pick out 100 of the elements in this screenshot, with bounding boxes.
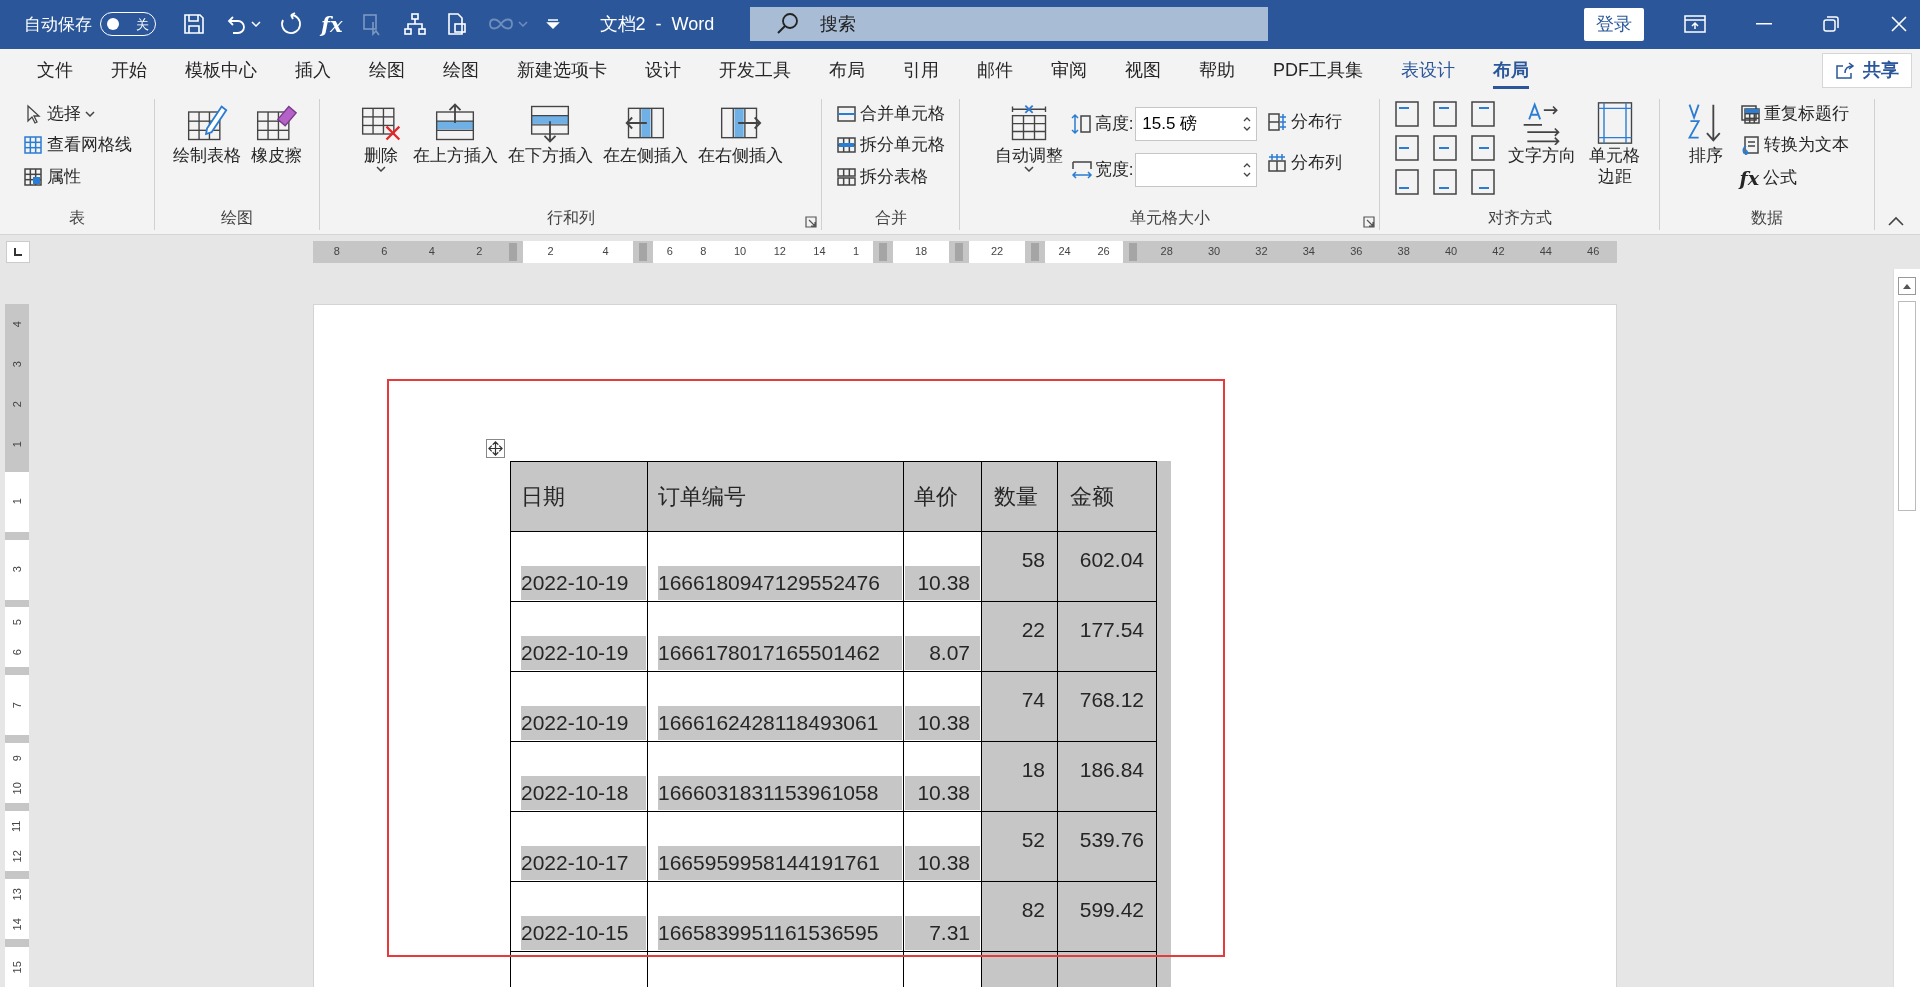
ribbon-button[interactable]: 查看网格线 [18,130,136,160]
ribbon-button[interactable]: 重复标题行 [1735,98,1853,129]
hierarchy-icon [402,12,427,37]
hierarchy-button[interactable] [402,12,427,37]
formula-button[interactable]: fx [321,8,343,41]
align-icon [1393,168,1420,195]
ruler-marker[interactable] [1029,240,1041,263]
share-button[interactable]: 共享 [1822,53,1912,89]
restore-button[interactable] [1822,15,1840,34]
ribbon-button[interactable]: 在右侧插入 [695,98,785,169]
save-button[interactable] [182,12,206,37]
table-cell: 1666178017165501462 [658,636,902,670]
align-icon [1431,100,1458,127]
ribbon-tab[interactable]: 设计 [645,52,681,89]
launcher-icon [805,215,817,228]
ribbon-tab[interactable]: 模板中心 [185,52,257,89]
customize-button[interactable] [545,18,560,31]
move-icon [488,440,503,456]
ribbon-button[interactable]: 转换为文本 [1735,130,1853,160]
ribbon-button[interactable]: 属性 [18,161,136,192]
minimize-button[interactable] [1756,23,1772,26]
ribbon-button[interactable]: 在上方插入 [410,98,500,169]
ribbon-tab[interactable]: 布局 [1493,52,1529,89]
ribbon-tab[interactable]: 邮件 [977,52,1013,89]
ribbon-button[interactable]: 排序 [1681,98,1730,169]
ribbon-tab[interactable]: 引用 [903,52,939,89]
ruler-marker[interactable] [953,240,965,263]
ribbon-button[interactable]: 单元格边距 [1583,98,1646,190]
split-cells-icon [836,135,856,156]
table-properties-icon [22,166,43,187]
minimize-icon [1756,23,1772,26]
redo-button[interactable] [279,12,303,37]
ribbon-tab[interactable]: 开发工具 [719,52,791,89]
ribbon-button[interactable]: 拆分单元格 [832,130,949,160]
table-cell: 1666031831153961058 [658,776,902,810]
ribbon-button[interactable]: 合并单元格 [832,98,949,129]
ruler-number: 11 [9,820,24,832]
spin-box[interactable]: 15.5 磅 [1135,106,1258,141]
collapse-ribbon-button[interactable] [1888,215,1904,226]
ruler-marker[interactable] [507,240,519,263]
ribbon-button[interactable]: 分布列 [1263,148,1347,178]
close-button[interactable] [1890,15,1908,34]
ribbon-display-button[interactable] [1684,15,1706,34]
ribbon-tab[interactable]: 绘图 [443,52,479,89]
ribbon-button[interactable]: 绘制表格 [170,98,243,169]
align-icon [1469,168,1496,195]
ruler-number: 10 [9,782,24,795]
ribbon-tab[interactable]: 审阅 [1051,52,1087,89]
ribbon-button[interactable]: 在下方插入 [505,98,595,169]
caret-icon [517,21,528,28]
ribbon-button[interactable]: 在左侧插入 [600,98,690,169]
ribbon-button[interactable]: 橡皮擦 [248,98,304,169]
ribbon-button[interactable]: fx 公式 [1735,161,1853,195]
repeat-header-icon [1739,103,1760,124]
ribbon-tab[interactable]: 布局 [829,52,865,89]
column-width-icon [1070,158,1093,181]
ribbon-tab[interactable]: 开始 [111,52,147,89]
scrollbar-thumb[interactable] [1898,300,1916,511]
ribbon-button[interactable]: 文字方向 [1505,98,1578,169]
align-icon [1469,134,1496,161]
ruler-marker[interactable] [637,240,649,263]
ruler-number: 15 [9,960,24,974]
table-move-handle[interactable] [486,438,505,458]
table-cell: 2022-10-18 [521,776,646,810]
login-button[interactable]: 登录 [1584,7,1644,41]
ribbon-tab[interactable]: 表设计 [1401,52,1455,89]
table-cell: 10.38 [905,566,980,600]
ribbon-tab[interactable]: 插入 [295,52,331,89]
table-cell: 10.38 [905,706,980,740]
ribbon-tab[interactable]: 新建选项卡 [517,52,607,89]
ribbon-tab[interactable]: 文件 [37,52,73,89]
search-field[interactable]: 搜索 [817,9,1258,40]
ruler-marker[interactable] [1127,240,1139,263]
ruler-number: 3 [9,566,24,573]
scroll-up-button[interactable] [1898,276,1916,295]
ruler-number: 28 [1160,244,1173,260]
align-icon [1431,168,1458,195]
ribbon-tab[interactable]: 帮助 [1199,52,1235,89]
ribbon-tab[interactable]: 视图 [1125,52,1161,89]
ruler-marker[interactable] [877,240,889,263]
ribbon-button[interactable]: 删除 [356,98,405,175]
ruler-number: 44 [1539,244,1552,260]
dialog-launcher-button[interactable] [805,215,817,228]
search-box[interactable]: 搜索 [749,7,1268,42]
split-table-icon [836,166,856,187]
column-header: 订单编号 [647,461,904,532]
column-header: 单价 [903,461,982,532]
ribbon-button[interactable]: 拆分表格 [832,161,949,192]
ribbon-button[interactable]: 自动调整 [992,98,1065,175]
ribbon-button[interactable]: 分布行 [1263,106,1347,137]
table-cell: 52 [981,811,1058,882]
merge-cells-icon [836,103,856,124]
ribbon-tab[interactable]: 绘图 [369,52,405,89]
tab-selector-button[interactable] [6,240,30,263]
ribbon-button[interactable]: 选择 [18,98,136,129]
dialog-launcher-button[interactable] [1363,215,1375,228]
ribbon-tab[interactable]: PDF工具集 [1273,52,1363,89]
table-cell: 2022-10-19 [521,566,646,600]
document-title: 文档2 - Word [599,12,716,36]
save-icon [182,12,206,37]
